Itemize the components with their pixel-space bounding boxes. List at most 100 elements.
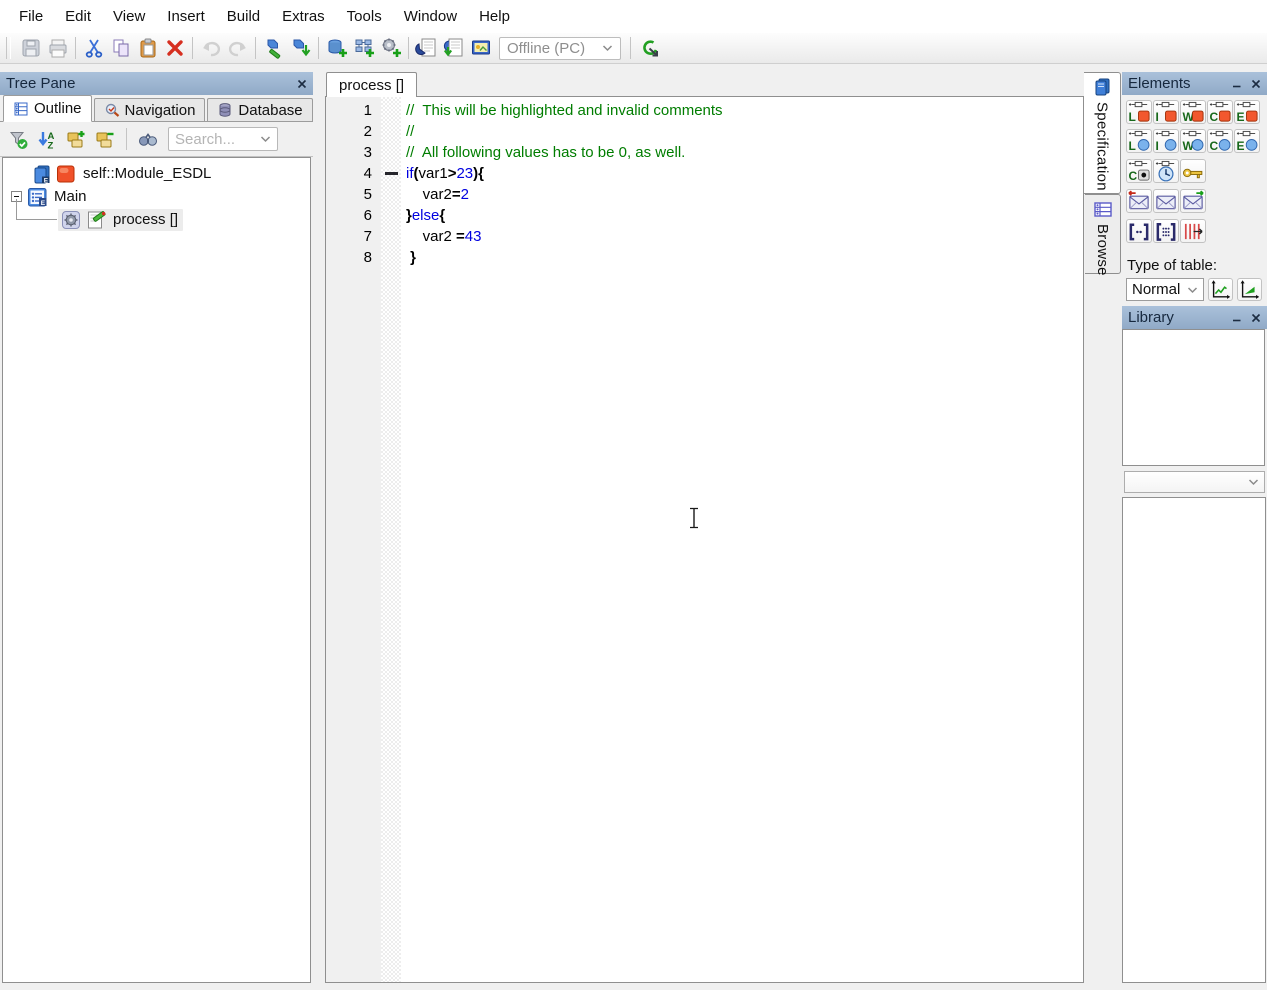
- export-data-button[interactable]: [440, 35, 467, 61]
- expand-all-button[interactable]: [63, 126, 89, 152]
- module-state-icon: [55, 163, 77, 185]
- menu-view[interactable]: View: [102, 0, 156, 33]
- tree-connector-line: [16, 199, 57, 220]
- unsigned-discrete-variable-button[interactable]: W: [1180, 100, 1206, 124]
- enum-variable-button[interactable]: E: [1234, 100, 1260, 124]
- save-button[interactable]: [17, 35, 44, 61]
- menu-file[interactable]: File: [8, 0, 54, 33]
- library-filter-select[interactable]: [1124, 471, 1265, 493]
- tab-specification-label: Specification: [1094, 102, 1111, 191]
- elements-row: [1126, 189, 1267, 213]
- enum-parameter-button[interactable]: E: [1234, 129, 1260, 153]
- code-line-1[interactable]: 1// This will be highlighted and invalid…: [326, 100, 1083, 121]
- chevron-down-icon: [1248, 478, 1259, 486]
- paste-button[interactable]: [134, 35, 161, 61]
- elements-panel: Elements LIWCELIWCEC Type of table: Norm…: [1122, 72, 1267, 306]
- code-line-5[interactable]: 5 var2=2: [326, 184, 1083, 205]
- fold-marker-cell: [381, 142, 401, 163]
- unsigned-discrete-parameter-button[interactable]: W: [1180, 129, 1206, 153]
- distribution-button[interactable]: [1180, 219, 1206, 243]
- menu-build[interactable]: Build: [216, 0, 271, 33]
- tab-outline[interactable]: Outline: [3, 95, 92, 122]
- toolbar-separator: [255, 37, 256, 59]
- tab-browse[interactable]: Browse: [1085, 194, 1121, 274]
- code-line-6[interactable]: 6}else{: [326, 205, 1083, 226]
- fold-marker-cell: [381, 247, 401, 268]
- code-lines: 1// This will be highlighted and invalid…: [326, 100, 1083, 268]
- resource-button[interactable]: [1180, 159, 1206, 183]
- continuous-variable-button[interactable]: C: [1207, 100, 1233, 124]
- menu-insert[interactable]: Insert: [156, 0, 216, 33]
- tree-node-module[interactable]: E self::Module_ESDL: [3, 162, 310, 185]
- logic-variable-button[interactable]: L: [1126, 100, 1152, 124]
- message-button[interactable]: [1153, 189, 1179, 213]
- logic-parameter-button[interactable]: L: [1126, 129, 1152, 153]
- code-line-3[interactable]: 3// All following values has to be 0, as…: [326, 142, 1083, 163]
- open-experiment-button[interactable]: [413, 35, 440, 61]
- menu-edit[interactable]: Edit: [54, 0, 102, 33]
- tab-navigation[interactable]: Navigation: [94, 98, 206, 121]
- menu-extras[interactable]: Extras: [271, 0, 336, 33]
- specification-book-icon: [1090, 77, 1114, 97]
- minimize-icon[interactable]: [1232, 79, 1242, 89]
- array-button[interactable]: [1126, 219, 1152, 243]
- code-line-8[interactable]: 8 }: [326, 247, 1083, 268]
- receive-message-button[interactable]: [1126, 189, 1152, 213]
- undo-button[interactable]: [197, 35, 224, 61]
- fold-marker-cell: [381, 100, 401, 121]
- toolbar-separator: [75, 37, 76, 59]
- svg-text:L: L: [1128, 110, 1135, 124]
- svg-text:E: E: [1236, 139, 1244, 153]
- add-project-button[interactable]: [350, 35, 377, 61]
- delete-button[interactable]: [161, 35, 188, 61]
- sort-az-button[interactable]: AZ: [34, 126, 60, 152]
- tree-node-process[interactable]: process []: [3, 208, 310, 231]
- transfer-to-target-button[interactable]: [635, 35, 662, 61]
- filter-button[interactable]: [5, 126, 31, 152]
- cut-button[interactable]: [80, 35, 107, 61]
- add-class-button[interactable]: [377, 35, 404, 61]
- main-toolbar: Offline (PC): [0, 33, 1267, 64]
- close-icon[interactable]: [297, 79, 307, 89]
- redo-button[interactable]: [224, 35, 251, 61]
- svg-text:C: C: [1128, 169, 1137, 183]
- find-button[interactable]: [135, 126, 161, 152]
- code-line-2[interactable]: 2//: [326, 121, 1083, 142]
- collapse-all-button[interactable]: [92, 126, 118, 152]
- code-line-4[interactable]: 4if(var1>23){: [326, 163, 1083, 184]
- fold-marker-cell: [381, 205, 401, 226]
- signed-discrete-parameter-button[interactable]: I: [1153, 129, 1179, 153]
- copy-button[interactable]: [107, 35, 134, 61]
- library-list[interactable]: [1122, 329, 1265, 466]
- editor-tab-process[interactable]: process []: [326, 72, 417, 97]
- table-type-select[interactable]: Normal: [1126, 278, 1204, 301]
- close-icon[interactable]: [1251, 313, 1261, 323]
- send-message-button[interactable]: [1180, 189, 1206, 213]
- tab-navigation-label: Navigation: [125, 102, 196, 119]
- search-input[interactable]: Search...: [168, 127, 278, 151]
- experiment-environment-button[interactable]: [467, 35, 494, 61]
- tree-pane-title: Tree Pane: [6, 75, 76, 92]
- menu-help[interactable]: Help: [468, 0, 521, 33]
- constant-button[interactable]: C: [1126, 159, 1152, 183]
- menu-tools[interactable]: Tools: [336, 0, 393, 33]
- tab-specification[interactable]: Specification: [1084, 72, 1121, 194]
- code-line-7[interactable]: 7 var2 =43: [326, 226, 1083, 247]
- code-editor[interactable]: 1// This will be highlighted and invalid…: [325, 96, 1084, 983]
- signed-discrete-variable-button[interactable]: I: [1153, 100, 1179, 124]
- print-button[interactable]: [44, 35, 71, 61]
- close-icon[interactable]: [1251, 79, 1261, 89]
- continuous-parameter-button[interactable]: C: [1207, 129, 1233, 153]
- minimize-icon[interactable]: [1232, 313, 1242, 323]
- edit-component-button[interactable]: [260, 35, 287, 61]
- one-d-table-button[interactable]: [1208, 278, 1233, 301]
- tab-outline-label: Outline: [34, 100, 82, 117]
- generate-code-button[interactable]: [287, 35, 314, 61]
- tab-database[interactable]: Database: [207, 98, 312, 121]
- matrix-button[interactable]: [1153, 219, 1179, 243]
- add-component-button[interactable]: [323, 35, 350, 61]
- target-mode-select[interactable]: Offline (PC): [499, 37, 621, 60]
- two-d-table-button[interactable]: [1237, 278, 1262, 301]
- menu-window[interactable]: Window: [393, 0, 468, 33]
- timer-button[interactable]: [1153, 159, 1179, 183]
